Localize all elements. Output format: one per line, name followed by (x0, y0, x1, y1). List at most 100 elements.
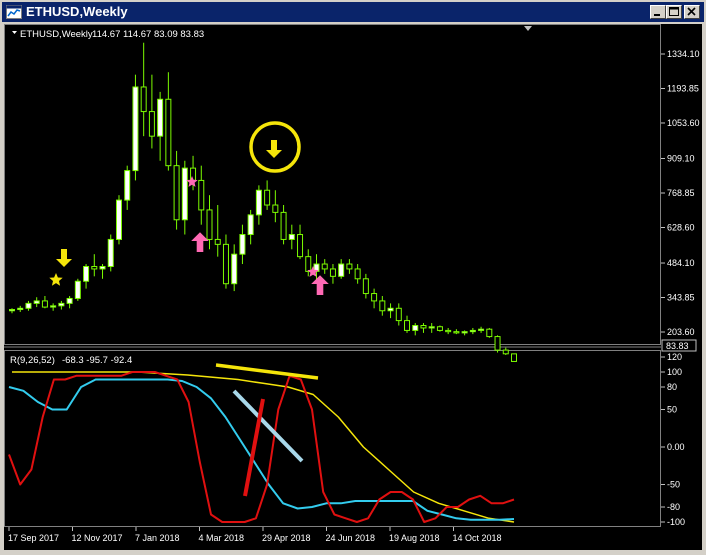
arrow-down-icon (56, 249, 72, 267)
rsi-lines (8, 371, 515, 523)
candle-body (181, 167, 188, 221)
price-chart[interactable]: ETHUSD,Weekly 114.67 114.67 83.09 83.83 … (4, 24, 702, 550)
time-tick-label: 19 Aug 2018 (389, 533, 440, 543)
price-tick-label: 909.10 (667, 154, 695, 164)
rsi-tick-label: -50 (667, 480, 680, 490)
close-button[interactable] (684, 5, 700, 19)
candle-body (107, 238, 114, 267)
rsi-label: R(9,26,52) (10, 355, 55, 366)
candle-body (280, 211, 287, 240)
candlestick-series (9, 42, 517, 362)
time-tick-label: 7 Jan 2018 (135, 533, 180, 543)
price-axis: 1334.10 1193.85 1053.60 909.10 768.85 628.60 4… (661, 49, 700, 337)
candle-body (255, 189, 262, 216)
candle-body (17, 307, 24, 311)
candle-body (478, 328, 485, 331)
signal-markers (49, 140, 329, 295)
rsi-tick-label: 100 (667, 367, 682, 377)
candle-body (338, 263, 345, 277)
candle-body (428, 326, 435, 329)
candle-body (387, 307, 394, 312)
candle-body (41, 300, 48, 308)
title-bar[interactable]: ETHUSD,Weekly (2, 2, 704, 22)
candle-body (297, 234, 304, 258)
candle-body (247, 214, 254, 236)
candle-body (91, 265, 98, 270)
maximize-button[interactable] (666, 5, 682, 19)
candle-body (9, 309, 15, 312)
close-icon (687, 7, 696, 16)
divergence-line-yellow (215, 363, 319, 380)
candle-body (99, 265, 106, 270)
price-tick-label: 1334.10 (667, 49, 700, 59)
minimize-button[interactable] (650, 5, 666, 19)
chart-area[interactable]: ETHUSD,Weekly 114.67 114.67 83.09 83.83 … (4, 24, 702, 550)
arrow-up-icon (311, 275, 329, 295)
candle-body (214, 238, 221, 245)
rsi-tick-label: 0.00 (667, 442, 685, 452)
candle-body (272, 204, 279, 213)
time-tick-label: 29 Apr 2018 (262, 533, 311, 543)
price-tick-label: 343.85 (667, 293, 695, 303)
candle-body (165, 98, 172, 167)
window-title: ETHUSD,Weekly (26, 4, 128, 19)
time-tick-label: 17 Sep 2017 (8, 533, 59, 543)
candle-body (511, 353, 517, 362)
arrow-down-icon (266, 140, 282, 158)
arrow-up-icon (191, 232, 209, 252)
star-icon (49, 273, 63, 286)
price-tick-label: 768.85 (667, 188, 695, 198)
candle-body (371, 293, 378, 302)
candle-body (346, 263, 353, 270)
candle-body (157, 98, 164, 137)
candle-body (412, 325, 419, 331)
candle-body (420, 325, 427, 329)
candle-body (288, 234, 295, 240)
candle-body (305, 256, 312, 272)
time-tick-label: 4 Mar 2018 (199, 533, 245, 543)
rsi-values: -68.3 -95.7 -92.4 (62, 355, 132, 366)
candle-body (469, 329, 476, 333)
candle-body (502, 349, 509, 355)
candle-body (453, 331, 460, 334)
trendline-light-blue (232, 389, 304, 463)
time-tick-label: 12 Nov 2017 (72, 533, 123, 543)
symbol-label: ETHUSD,Weekly (20, 29, 93, 40)
candle-body (33, 300, 40, 304)
rsi-tick-label: -100 (667, 517, 685, 527)
candle-body (115, 199, 122, 240)
price-tick-label: 1053.60 (667, 118, 700, 128)
candle-body (231, 253, 238, 285)
time-axis: 17 Sep 2017 12 Nov 2017 7 Jan 2018 4 Mar 20… (8, 527, 502, 543)
candle-body (445, 329, 452, 333)
time-tick-label: 14 Oct 2018 (453, 533, 502, 543)
candle-body (173, 165, 180, 221)
price-tick-label: 1193.85 (667, 83, 699, 93)
candle-body (321, 263, 328, 270)
candle-body (486, 328, 493, 338)
candle-body (436, 326, 443, 331)
candle-body (66, 297, 73, 304)
chart-shift-icon (524, 26, 532, 31)
candle-body (354, 268, 361, 280)
candle-body (74, 280, 81, 299)
minimize-icon (654, 14, 660, 16)
rsi-tick-label: 120 (667, 352, 682, 362)
last-price-label: 83.83 (666, 341, 689, 351)
price-tick-label: 628.60 (667, 222, 695, 232)
rsi-tick-label: 80 (667, 382, 677, 392)
candle-body (362, 278, 369, 295)
candle-body (132, 86, 139, 172)
price-tick-label: 484.10 (667, 258, 695, 268)
rsi-tick-label: -80 (667, 502, 680, 512)
candle-body (461, 331, 468, 334)
rsi-panel-frame (4, 350, 661, 527)
symbol-dropdown-icon[interactable] (12, 31, 17, 34)
candle-body (206, 209, 213, 240)
chart-app-icon (6, 5, 22, 19)
rsi-axis: 120 100 80 50 0.00 -50 -80 -100 (661, 352, 685, 527)
candle-body (83, 265, 90, 282)
candle-body (198, 179, 205, 211)
candle-body (329, 268, 336, 277)
candle-body (264, 189, 271, 206)
